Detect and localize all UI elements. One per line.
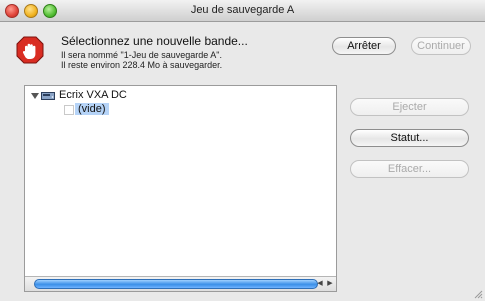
resize-grip-icon[interactable]: [473, 289, 483, 299]
scroll-thumb[interactable]: [34, 279, 318, 289]
status-button[interactable]: Statut...: [350, 129, 469, 147]
tree-row-device[interactable]: Ecrix VXA DC: [25, 86, 336, 102]
tape-drive-icon: [41, 92, 55, 100]
empty-label: (vide): [75, 103, 109, 115]
stop-button[interactable]: Arrêter: [332, 37, 396, 55]
message-line-1: Il sera nommé "1-Jeu de sauvegarde A".: [61, 50, 222, 60]
disclosure-triangle-icon[interactable]: [31, 93, 39, 99]
scroll-left-arrow-icon[interactable]: ◀: [315, 279, 325, 289]
backup-window: Jeu de sauvegarde A Sélectionnez une nou…: [0, 0, 485, 301]
continue-button[interactable]: Continuer: [411, 37, 471, 55]
eject-button[interactable]: Ejecter: [350, 98, 469, 116]
tape-tree-panel: Ecrix VXA DC (vide) ◀ ▶: [24, 85, 337, 292]
stop-hand-icon: [16, 36, 44, 64]
title-bar: Jeu de sauvegarde A: [0, 0, 485, 22]
tree-row-empty[interactable]: (vide): [25, 102, 336, 118]
message-title: Sélectionnez une nouvelle bande...: [61, 34, 248, 48]
device-label: Ecrix VXA DC: [59, 89, 127, 101]
message-line-2: Il reste environ 228.4 Mo à sauvegarder.: [61, 60, 223, 70]
erase-button[interactable]: Effacer...: [350, 160, 469, 178]
empty-slot-icon: [64, 105, 74, 115]
horizontal-scrollbar[interactable]: ◀ ▶: [25, 276, 336, 291]
window-title: Jeu de sauvegarde A: [190, 4, 295, 16]
scroll-right-arrow-icon[interactable]: ▶: [325, 279, 335, 289]
